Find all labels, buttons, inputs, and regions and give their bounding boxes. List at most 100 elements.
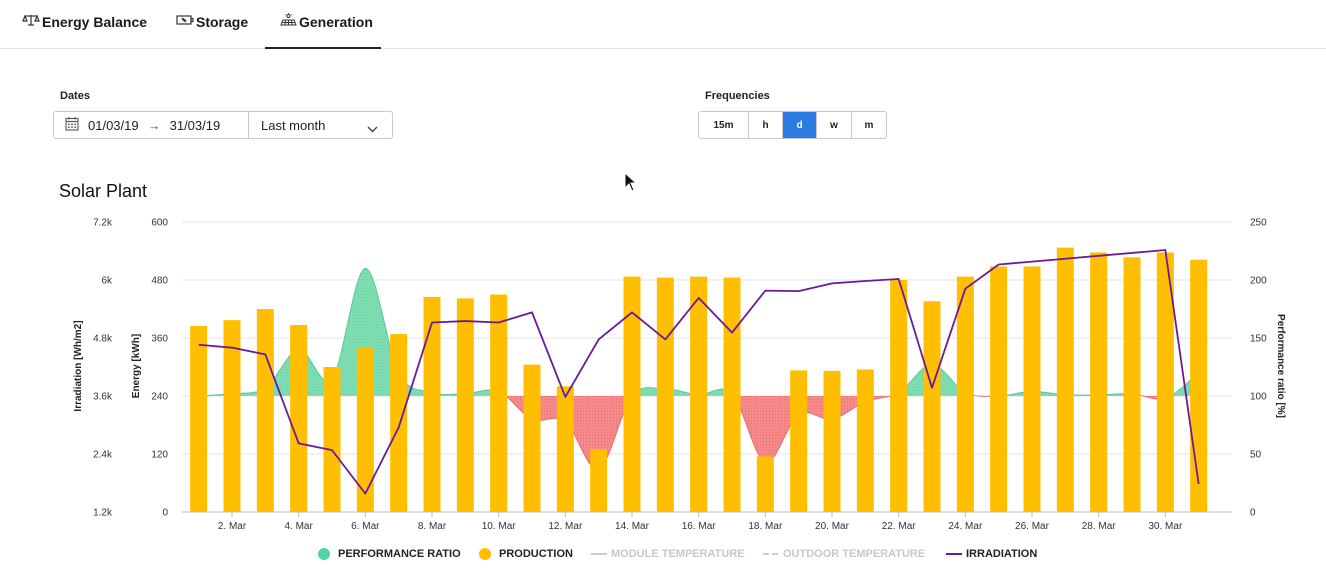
production-bar[interactable] bbox=[256, 309, 274, 512]
y-tick-energy: 120 bbox=[151, 450, 168, 461]
tab-generation[interactable]: Generation bbox=[265, 13, 381, 49]
legend-dot-icon bbox=[479, 548, 491, 560]
date-from-input[interactable]: 01/03/19 bbox=[88, 118, 139, 133]
y-tick-irradiation: 4.8k bbox=[93, 334, 113, 345]
y-tick-irradiation: 1.2k bbox=[93, 508, 113, 519]
y-tick-energy: 480 bbox=[151, 276, 168, 287]
production-bar[interactable] bbox=[790, 370, 808, 512]
production-bar[interactable] bbox=[556, 386, 574, 512]
y-axis-title-energy: Energy [kWh] bbox=[131, 334, 142, 398]
chart-legend: PERFORMANCE RATIO PRODUCTION MODULE TEMP… bbox=[0, 548, 1326, 562]
legend-label: OUTDOOR TEMPERATURE bbox=[783, 548, 926, 560]
legend-dashed-line-icon bbox=[763, 553, 779, 555]
y-tick-performance-ratio: 100 bbox=[1250, 392, 1267, 403]
x-tick-label: 30. Mar bbox=[1148, 521, 1183, 532]
legend-item-performance-ratio[interactable]: PERFORMANCE RATIO bbox=[318, 548, 461, 560]
production-bar[interactable] bbox=[823, 370, 841, 512]
tab-label: Storage bbox=[196, 14, 249, 30]
frequency-d-button[interactable]: d bbox=[783, 112, 817, 138]
x-tick-label: 22. Mar bbox=[882, 521, 917, 532]
x-tick-label: 8. Mar bbox=[418, 521, 447, 532]
x-tick-label: 12. Mar bbox=[548, 521, 583, 532]
production-bar[interactable] bbox=[690, 276, 708, 512]
production-bar[interactable] bbox=[723, 277, 741, 512]
frequency-m-button[interactable]: m bbox=[852, 112, 886, 138]
y-tick-irradiation: 3.6k bbox=[93, 392, 113, 403]
y-axis-title-performance-ratio: Performance ratio [%] bbox=[1275, 314, 1286, 418]
production-bar[interactable] bbox=[190, 325, 208, 512]
production-bar[interactable] bbox=[1123, 257, 1141, 512]
x-tick-label: 6. Mar bbox=[351, 521, 380, 532]
production-bar[interactable] bbox=[923, 301, 941, 512]
y-tick-performance-ratio: 250 bbox=[1250, 218, 1267, 229]
x-tick-label: 10. Mar bbox=[482, 521, 517, 532]
production-bar[interactable] bbox=[390, 334, 408, 512]
mouse-cursor-icon bbox=[624, 171, 638, 197]
y-tick-energy: 240 bbox=[151, 392, 168, 403]
tab-bar: Energy Balance Storage Generation bbox=[0, 0, 1326, 49]
legend-item-production[interactable]: PRODUCTION bbox=[479, 548, 573, 560]
legend-item-module-temperature[interactable]: MODULE TEMPERATURE bbox=[591, 548, 745, 560]
production-bar[interactable] bbox=[990, 266, 1008, 512]
production-bar[interactable] bbox=[490, 294, 508, 513]
y-tick-irradiation: 2.4k bbox=[93, 450, 113, 461]
production-bar[interactable] bbox=[523, 364, 541, 512]
y-tick-energy: 360 bbox=[151, 334, 168, 345]
production-bar[interactable] bbox=[1190, 259, 1208, 512]
chart-title: Solar Plant bbox=[59, 181, 148, 201]
production-bar[interactable] bbox=[356, 347, 374, 512]
tab-storage[interactable]: Storage bbox=[176, 14, 248, 48]
y-tick-performance-ratio: 150 bbox=[1250, 334, 1267, 345]
tab-label: Generation bbox=[299, 14, 373, 30]
production-bar[interactable] bbox=[456, 298, 474, 512]
production-bar[interactable] bbox=[1090, 252, 1108, 512]
divider bbox=[248, 112, 249, 138]
y-tick-performance-ratio: 200 bbox=[1250, 276, 1267, 287]
frequency-15m-button[interactable]: 15m bbox=[699, 112, 749, 138]
scale-icon bbox=[22, 13, 40, 30]
x-tick-label: 2. Mar bbox=[218, 521, 247, 532]
frequencies-label: Frequencies bbox=[705, 90, 770, 102]
production-bar[interactable] bbox=[890, 280, 908, 512]
date-to-input[interactable]: 31/03/19 bbox=[170, 118, 221, 133]
dates-label: Dates bbox=[60, 90, 90, 102]
calendar-icon bbox=[65, 116, 79, 134]
production-bar[interactable] bbox=[856, 369, 874, 512]
y-tick-performance-ratio: 0 bbox=[1250, 508, 1256, 519]
chevron-down-icon[interactable] bbox=[367, 121, 378, 136]
production-bar[interactable] bbox=[1056, 247, 1074, 512]
legend-label: MODULE TEMPERATURE bbox=[611, 548, 745, 560]
production-bar[interactable] bbox=[290, 324, 308, 512]
legend-label: PERFORMANCE RATIO bbox=[338, 548, 461, 560]
x-tick-label: 14. Mar bbox=[615, 521, 650, 532]
y-tick-energy: 0 bbox=[162, 508, 168, 519]
x-tick-label: 4. Mar bbox=[284, 521, 313, 532]
frequency-h-button[interactable]: h bbox=[749, 112, 783, 138]
production-bar[interactable] bbox=[656, 277, 674, 512]
y-tick-energy: 600 bbox=[151, 218, 168, 229]
x-tick-label: 26. Mar bbox=[1015, 521, 1050, 532]
date-preset-select[interactable]: Last month bbox=[261, 118, 325, 133]
legend-dot-icon bbox=[318, 548, 330, 560]
production-bar[interactable] bbox=[956, 276, 974, 512]
x-tick-label: 16. Mar bbox=[682, 521, 717, 532]
legend-label: IRRADIATION bbox=[966, 548, 1038, 560]
x-tick-label: 28. Mar bbox=[1082, 521, 1117, 532]
solar-panel-icon bbox=[280, 13, 297, 30]
production-bar[interactable] bbox=[590, 449, 608, 512]
production-bar[interactable] bbox=[756, 456, 774, 512]
legend-item-irradiation[interactable]: IRRADIATION bbox=[946, 548, 1037, 560]
legend-item-outdoor-temperature[interactable]: OUTDOOR TEMPERATURE bbox=[763, 548, 925, 560]
legend-line-icon bbox=[946, 553, 962, 555]
tab-energy-balance[interactable]: Energy Balance bbox=[22, 14, 147, 48]
production-bar[interactable] bbox=[323, 367, 341, 512]
production-bar[interactable] bbox=[423, 296, 441, 512]
tab-label: Energy Balance bbox=[42, 14, 148, 30]
date-range-picker[interactable]: 01/03/19 → 31/03/19 Last month bbox=[53, 111, 393, 139]
frequency-w-button[interactable]: w bbox=[817, 112, 852, 138]
x-tick-label: 20. Mar bbox=[815, 521, 850, 532]
production-bar[interactable] bbox=[1023, 266, 1041, 512]
y-tick-performance-ratio: 50 bbox=[1250, 450, 1262, 461]
y-tick-irradiation: 7.2k bbox=[93, 218, 113, 229]
x-tick-label: 18. Mar bbox=[748, 521, 783, 532]
